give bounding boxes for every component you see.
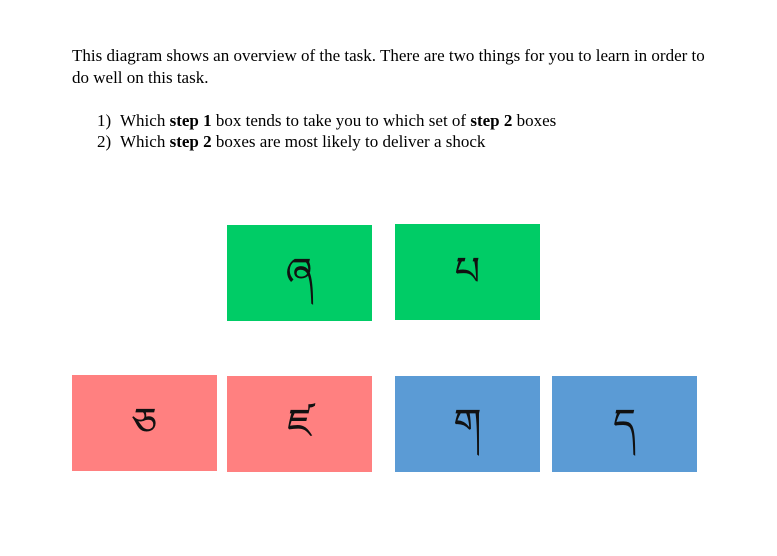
goal-emphasis: step 1: [169, 111, 212, 130]
learning-goal-1: 1) Which step 1 box tends to take you to …: [97, 110, 556, 131]
step1-box-left: ཞ: [227, 225, 372, 321]
goal-number: 1): [97, 111, 112, 130]
goal-text: boxes are most likely to deliver a shock: [211, 132, 486, 151]
step2-red-box-2: ཛ: [227, 376, 372, 472]
step2-red-box-1: ཅ: [72, 375, 217, 471]
box-symbol: ཛ: [287, 401, 312, 447]
step2-blue-box-2: ད: [552, 376, 697, 472]
box-symbol: ག: [453, 401, 482, 447]
box-symbol: ཅ: [131, 400, 158, 446]
goal-text: Which: [120, 111, 170, 130]
step1-box-right: པ: [395, 224, 540, 320]
box-symbol: ད: [612, 401, 637, 447]
goal-text: boxes: [512, 111, 557, 130]
goal-number: 2): [97, 132, 112, 151]
learning-goal-2: 2) Which step 2 boxes are most likely to …: [97, 131, 556, 152]
box-symbol: ཞ: [285, 250, 314, 296]
step2-blue-box-1: ག: [395, 376, 540, 472]
learning-goals-list: 1) Which step 1 box tends to take you to …: [97, 110, 556, 152]
goal-text: Which: [120, 132, 170, 151]
box-symbol: པ: [454, 249, 481, 295]
intro-text: This diagram shows an overview of the ta…: [72, 46, 705, 87]
goal-emphasis: step 2: [470, 111, 513, 130]
goal-emphasis: step 2: [169, 132, 212, 151]
goal-text: box tends to take you to which set of: [211, 111, 471, 130]
